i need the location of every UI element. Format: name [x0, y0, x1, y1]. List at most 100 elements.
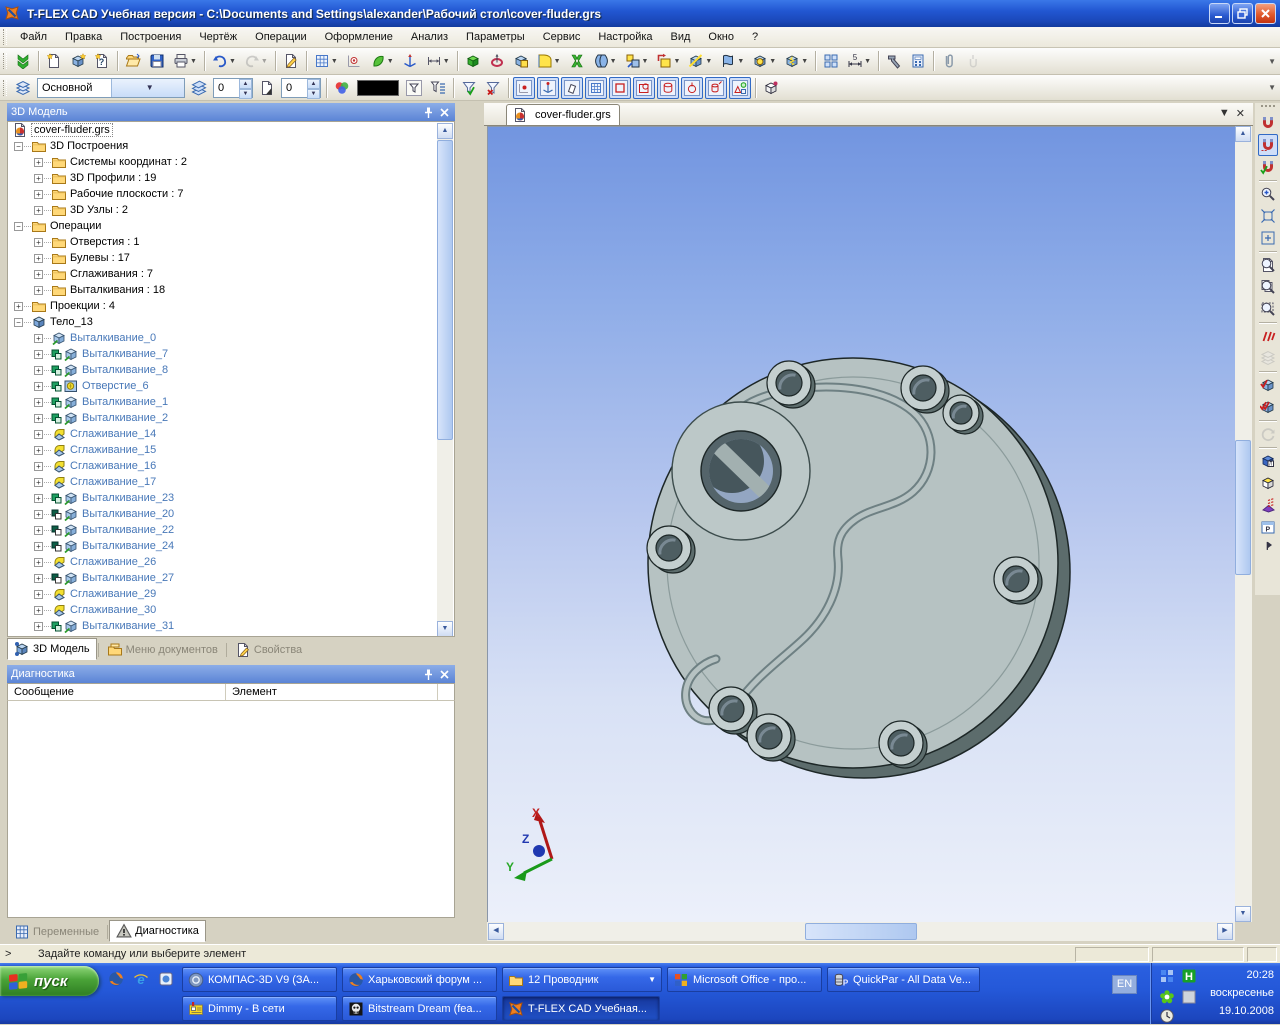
sel-plane-button[interactable] — [561, 77, 583, 99]
tree-item[interactable]: +Выталкивание_2 — [8, 410, 454, 426]
expand-toggle[interactable]: + — [34, 206, 43, 215]
close-button[interactable] — [1255, 3, 1276, 24]
funnel-list-button[interactable] — [427, 77, 449, 99]
section-button[interactable]: ▼ — [685, 50, 715, 72]
tree-item[interactable]: +Булевы : 17 — [8, 250, 454, 266]
chevron-down-icon[interactable]: ▼ — [642, 58, 649, 65]
hole-button[interactable]: ▼ — [749, 50, 779, 72]
layers-view-button[interactable] — [1258, 347, 1278, 369]
chevron-down-icon[interactable]: ▼ — [443, 58, 450, 65]
tree-item[interactable]: + Проекции : 4 — [8, 298, 454, 314]
pin-icon[interactable] — [422, 668, 435, 681]
tree-item[interactable]: + Выталкивание_31 — [8, 618, 454, 634]
new-doc-button[interactable] — [43, 50, 65, 72]
taskbar-button[interactable]: Microsoft Office - про... — [667, 967, 822, 992]
launch3-icon[interactable] — [158, 971, 178, 991]
material-button[interactable] — [1258, 494, 1278, 516]
menu-item-8[interactable]: Параметры — [457, 29, 534, 45]
tree-item[interactable]: +Выталкивание_1 — [8, 394, 454, 410]
node-button[interactable] — [343, 50, 365, 72]
close-panel-icon[interactable] — [438, 668, 451, 681]
minimize-button[interactable] — [1209, 3, 1230, 24]
tree-item[interactable]: +Выталкивание_7 — [8, 346, 454, 362]
tree-item[interactable]: +Сглаживание_15 — [8, 442, 454, 458]
tree-item-label[interactable]: Сглаживание_29 — [70, 588, 156, 600]
tree-item-label[interactable]: Сглаживание_15 — [70, 444, 156, 456]
magnet-button[interactable] — [1258, 112, 1278, 134]
menu-item-2[interactable]: Правка — [56, 29, 111, 45]
taskbar-button[interactable]: PQuickPar - All Data Ve... — [827, 967, 980, 992]
bottom-tab-2[interactable]: Диагностика — [109, 920, 206, 942]
toolbar-grip[interactable] — [3, 80, 7, 96]
tree-item-label[interactable]: Выталкивание_24 — [82, 540, 174, 552]
expand-toggle[interactable]: + — [34, 174, 43, 183]
menu-item-4[interactable]: Чертёж — [190, 29, 246, 45]
expand-toggle[interactable]: + — [14, 302, 23, 311]
zoom-doc-button[interactable] — [1258, 254, 1278, 276]
zoom-region-button[interactable] — [1258, 298, 1278, 320]
tray-skull-icon[interactable] — [1181, 989, 1198, 1006]
zoom-docs-button[interactable] — [1258, 276, 1278, 298]
layers-button[interactable] — [12, 77, 34, 99]
recheck-model-button[interactable] — [1258, 396, 1278, 418]
step-up-icon[interactable]: ▲ — [307, 79, 320, 89]
expand-toggle[interactable]: + — [34, 350, 43, 359]
expand-toggle[interactable]: + — [34, 622, 43, 631]
tree-item[interactable]: + Выталкивание_24 — [8, 538, 454, 554]
stepper-value[interactable]: 0 — [282, 79, 307, 97]
tree-item-label[interactable]: Выталкивание_23 — [82, 492, 174, 504]
firefox-icon[interactable] — [108, 971, 128, 991]
magnet-pin-button[interactable] — [1258, 134, 1278, 156]
tree-item-label[interactable]: Проекции : 4 — [50, 300, 115, 312]
tree-item[interactable]: +Сглаживание_17 — [8, 474, 454, 490]
sel-face-button[interactable] — [633, 77, 655, 99]
axes-3d-button[interactable] — [399, 50, 421, 72]
panel-tab-2[interactable]: Меню документов — [100, 640, 225, 660]
profile-button[interactable]: ▼ — [367, 50, 397, 72]
open-button[interactable] — [122, 50, 144, 72]
expand-toggle[interactable]: + — [34, 270, 43, 279]
layer-combobox[interactable]: Основной▼ — [37, 78, 185, 98]
collapse-button[interactable]: ❙ — [1258, 538, 1278, 552]
chevron-down-icon[interactable]: ▼ — [331, 58, 338, 65]
collapse-toggle[interactable]: − — [14, 222, 23, 231]
taskbar-button[interactable]: Bitstream Dream (fea... — [342, 996, 497, 1021]
clip2-button[interactable] — [962, 50, 984, 72]
new-template-button[interactable]: ? — [91, 50, 113, 72]
tree-item[interactable]: +Выталкивание_22 — [8, 522, 454, 538]
sel-cylface-button[interactable] — [657, 77, 679, 99]
scroll-down-button[interactable]: ▼ — [1235, 906, 1251, 922]
sel-circle-button[interactable] — [681, 77, 703, 99]
clip-button[interactable] — [938, 50, 960, 72]
toolbar-overflow-icon[interactable]: ▼ — [1268, 57, 1276, 66]
expand-toggle[interactable]: + — [34, 334, 43, 343]
expand-toggle[interactable]: + — [34, 590, 43, 599]
tree-item-label[interactable]: Выталкивание_31 — [82, 620, 174, 632]
fit-all-button[interactable] — [1258, 205, 1278, 227]
menu-item-6[interactable]: Оформление — [316, 29, 402, 45]
scroll-up-button[interactable]: ▲ — [1235, 126, 1251, 142]
tree-item[interactable]: +3D Узлы : 2 — [8, 202, 454, 218]
save-button[interactable] — [146, 50, 168, 72]
sel-cylinder-button[interactable] — [705, 77, 727, 99]
tree-item[interactable]: +Отверстие_6 — [8, 378, 454, 394]
close-panel-icon[interactable] — [438, 106, 451, 119]
expand-toggle[interactable]: + — [34, 574, 43, 583]
expand-toggle[interactable]: + — [34, 542, 43, 551]
menu-item-1[interactable]: Файл — [11, 29, 56, 45]
taskbar-button[interactable]: T-FLEX CAD Учебная... — [502, 996, 660, 1021]
expand-toggle[interactable]: + — [34, 398, 43, 407]
tree-item-label[interactable]: Выталкивания : 18 — [70, 284, 165, 296]
step-down-icon[interactable]: ▼ — [239, 89, 252, 99]
tree-item-label[interactable]: Сглаживание_16 — [70, 460, 156, 472]
expand-toggle[interactable]: + — [34, 414, 43, 423]
taskbar-button[interactable]: КОМПАС-3D V9 (ЗА... — [182, 967, 337, 992]
chevron-down-icon[interactable]: ▼ — [190, 58, 197, 65]
calculator-button[interactable] — [907, 50, 929, 72]
array-3d-button[interactable]: ▼ — [653, 50, 683, 72]
chevron-down-icon[interactable]: ▼ — [801, 58, 808, 65]
expand-toggle[interactable]: + — [34, 510, 43, 519]
taskbar-button[interactable]: Dimmy - В сети — [182, 996, 337, 1021]
expand-toggle[interactable]: + — [34, 478, 43, 487]
language-indicator[interactable]: EN — [1112, 975, 1137, 994]
